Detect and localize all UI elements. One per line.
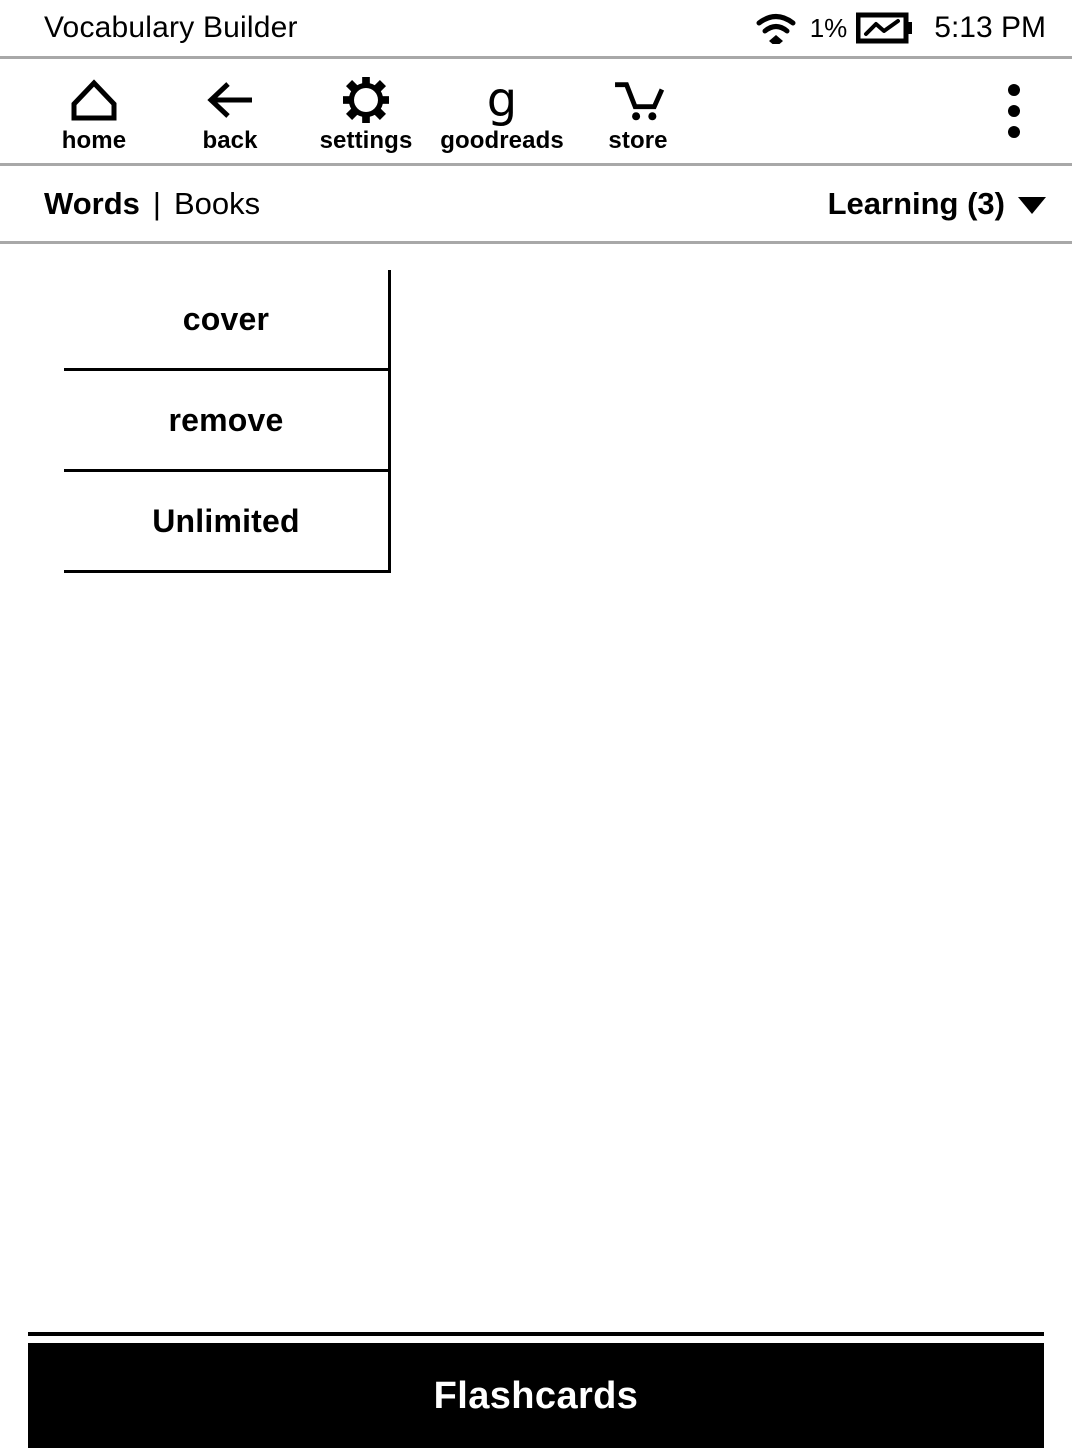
divider-above-flashcards bbox=[28, 1332, 1044, 1336]
home-icon bbox=[70, 77, 118, 123]
word-label: cover bbox=[182, 301, 270, 337]
filter-dropdown[interactable]: Learning (3) bbox=[828, 188, 1046, 219]
word-label: Unlimited bbox=[152, 503, 300, 539]
word-label: remove bbox=[168, 402, 284, 438]
shopping-cart-icon bbox=[611, 77, 665, 123]
toolbar-label-settings: settings bbox=[319, 127, 413, 154]
app-title: Vocabulary Builder bbox=[44, 11, 298, 44]
battery-percent-label: 1% bbox=[809, 13, 848, 43]
back-arrow-icon bbox=[204, 77, 256, 123]
wifi-icon bbox=[756, 12, 796, 47]
toolbar-label-back: back bbox=[202, 127, 258, 154]
toolbar-item-settings[interactable]: settings bbox=[298, 69, 434, 153]
battery-indicator: 1% bbox=[810, 12, 915, 44]
flashcards-label: Flashcards bbox=[433, 1374, 639, 1417]
toolbar-item-home[interactable]: home bbox=[26, 69, 162, 153]
clock-label: 5:13 PM bbox=[934, 11, 1046, 44]
word-list: cover remove Unlimited bbox=[64, 270, 391, 573]
gear-icon bbox=[343, 77, 389, 123]
goodreads-g-icon: g bbox=[486, 72, 518, 128]
filter-label: Learning (3) bbox=[827, 186, 1005, 221]
word-list-item[interactable]: Unlimited bbox=[64, 472, 388, 573]
word-list-item[interactable]: cover bbox=[64, 270, 388, 371]
toolbar-item-store[interactable]: store bbox=[570, 69, 706, 153]
overflow-dot bbox=[1008, 126, 1020, 138]
status-indicators: 1% 5:13 PM bbox=[756, 11, 1046, 47]
battery-charging-icon bbox=[855, 12, 914, 44]
toolbar-label-goodreads: goodreads bbox=[440, 127, 564, 154]
toolbar-item-goodreads[interactable]: g goodreads bbox=[434, 69, 570, 153]
toolbar: home back settings g goodreads store bbox=[0, 59, 1072, 163]
word-list-item[interactable]: remove bbox=[64, 371, 388, 472]
tab-words[interactable]: Words bbox=[44, 188, 140, 219]
toolbar-item-back[interactable]: back bbox=[162, 69, 298, 153]
chevron-down-icon bbox=[1018, 196, 1046, 214]
tab-filter-row: Words | Books Learning (3) bbox=[0, 166, 1072, 241]
goodreads-g-glyph: g bbox=[486, 72, 518, 128]
flashcards-button[interactable]: Flashcards bbox=[28, 1343, 1044, 1448]
toolbar-label-home: home bbox=[61, 127, 127, 154]
overflow-dot bbox=[1008, 105, 1020, 117]
tab-group: Words | Books bbox=[44, 188, 260, 219]
tab-books[interactable]: Books bbox=[174, 188, 260, 219]
overflow-dot bbox=[1008, 84, 1020, 96]
overflow-menu-icon[interactable] bbox=[982, 71, 1046, 151]
toolbar-label-store: store bbox=[608, 127, 668, 154]
status-bar: Vocabulary Builder 1% 5:13 PM bbox=[0, 0, 1072, 56]
bottom-bar: Flashcards bbox=[0, 1332, 1072, 1448]
word-list-content: cover remove Unlimited bbox=[0, 244, 1072, 1339]
tab-separator: | bbox=[152, 186, 161, 221]
